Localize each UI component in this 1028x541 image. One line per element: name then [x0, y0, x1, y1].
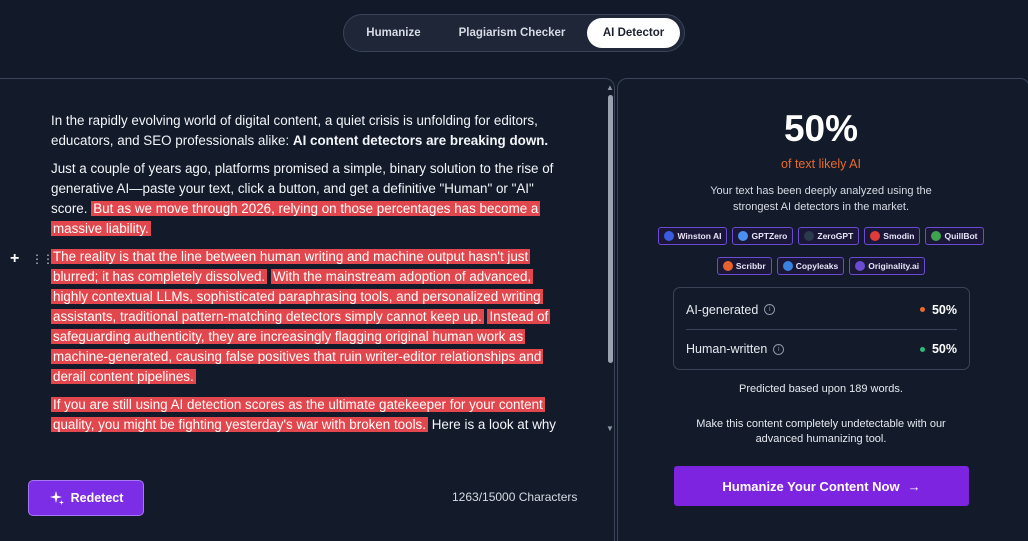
tab-humanize[interactable]: Humanize	[348, 18, 439, 48]
scrollbar-thumb[interactable]	[608, 95, 613, 363]
info-icon[interactable]: i	[764, 304, 776, 315]
detector-logo-icon	[931, 231, 942, 241]
redetect-button[interactable]: Redetect	[28, 480, 144, 516]
redetect-label: Redetect	[70, 491, 124, 505]
detector-name: Originality.ai	[868, 261, 920, 271]
detector-badge: Originality.ai	[849, 257, 926, 275]
humanize-button-label: Humanize Your Content Now	[722, 478, 900, 494]
word-count-note: Predicted based upon 189 words.	[739, 383, 903, 395]
ai-generated-value: 50%	[919, 302, 957, 317]
tab-ai-detector[interactable]: AI Detector	[587, 18, 680, 48]
detector-logo-icon	[722, 261, 733, 271]
scroll-down-icon[interactable]: ▼	[606, 424, 614, 433]
human-written-percent: 50%	[931, 342, 957, 356]
humanize-content-button[interactable]: Humanize Your Content Now →	[674, 466, 969, 506]
tool-tabs: Humanize Plagiarism Checker AI Detector	[343, 14, 685, 52]
detector-badge: Copyleaks	[776, 257, 845, 275]
add-block-icon[interactable]: +	[10, 250, 19, 268]
detector-logo-icon	[782, 261, 793, 271]
paragraph: Just a couple of years ago, platforms pr…	[51, 159, 559, 239]
tab-plagiarism-checker[interactable]: Plagiarism Checker	[439, 18, 585, 48]
detector-badge: Winston AI	[658, 227, 728, 245]
ai-percentage: 50%	[783, 108, 859, 149]
ai-likely-label: of text likely AI	[781, 157, 861, 171]
detector-name: Copyleaks	[795, 261, 839, 271]
detector-badges: Winston AI GPTZero ZeroGPT Smodin QuillBot Sc…	[648, 227, 994, 275]
human-written-row: Human-written i 50%	[686, 329, 957, 369]
humanize-promo-text: Make this content completely undetectabl…	[696, 418, 946, 445]
detector-name: Smodin	[883, 231, 915, 241]
detector-logo-icon	[870, 231, 881, 241]
ai-generated-percent: 50%	[931, 302, 957, 317]
ai-status-dot	[919, 307, 925, 312]
ai-generated-label: AI-generated	[686, 302, 759, 317]
paragraph-bold-text: AI content detectors are breaking down.	[292, 133, 549, 148]
detector-name: QuillBot	[944, 231, 978, 241]
detector-logo-icon	[855, 261, 866, 271]
paragraph-text: Here is a look at why	[431, 417, 557, 432]
human-written-value: 50%	[919, 342, 957, 356]
detector-badge: ZeroGPT	[798, 227, 860, 245]
detector-logo-icon	[664, 231, 675, 241]
human-written-label: Human-written	[686, 342, 768, 356]
scroll-up-icon[interactable]: ▲	[606, 83, 614, 92]
analysis-description: Your text has been deeply analyzed using…	[710, 185, 932, 213]
human-status-dot	[919, 346, 925, 352]
drag-handle-icon[interactable]: ⋮⋮	[31, 252, 54, 266]
ai-highlighted-sentence: But as we move through 2026, relying on …	[51, 201, 541, 236]
text-editor[interactable]: In the rapidly evolving world of digital…	[51, 111, 559, 441]
info-icon[interactable]: i	[773, 343, 785, 355]
detector-badge: QuillBot	[925, 227, 984, 245]
score-breakdown: AI-generated i 50% Human-written i 50%	[673, 287, 970, 370]
detector-badge: Scribbr	[716, 257, 772, 275]
arrow-right-icon: →	[907, 478, 921, 494]
detector-name: Scribbr	[735, 261, 766, 271]
detector-name: GPTZero	[751, 231, 788, 241]
detector-badge: Smodin	[864, 227, 921, 245]
detector-name: Winston AI	[677, 231, 722, 241]
sparkle-icon	[49, 491, 64, 505]
detector-name: ZeroGPT	[817, 231, 854, 241]
detector-logo-icon	[738, 231, 749, 241]
character-count: 1263/15000 Characters	[452, 490, 578, 504]
paragraph: If you are still using AI detection scor…	[51, 395, 559, 435]
detector-badge: GPTZero	[732, 227, 794, 245]
detector-logo-icon	[804, 231, 815, 241]
ai-generated-row: AI-generated i 50%	[686, 290, 957, 330]
paragraph: In the rapidly evolving world of digital…	[51, 111, 559, 151]
paragraph: The reality is that the line between hum…	[51, 247, 559, 387]
